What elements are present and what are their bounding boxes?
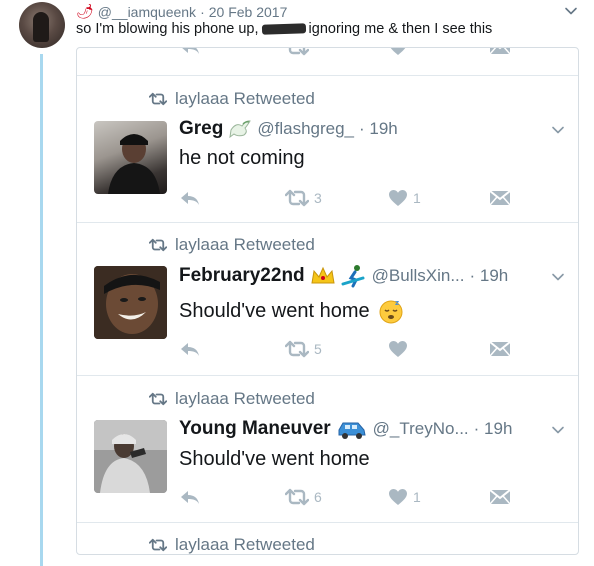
retweet-context: laylaaa Retweeted [149,89,315,109]
sleeping-face-icon: z [379,299,403,324]
chevron-down-icon[interactable] [551,123,565,137]
row-divider [77,75,578,76]
heart-icon [388,488,408,506]
direct-message-button[interactable] [489,340,511,358]
avatar[interactable] [19,2,65,48]
chevron-down-icon[interactable] [551,270,565,284]
tweet-text: Should've went home [179,299,370,322]
like-button[interactable]: 1 [388,488,421,506]
user-handle[interactable]: @_TreyNo... [373,419,469,439]
like-button[interactable] [388,340,413,358]
retweet-icon [149,238,167,252]
retweet-button[interactable]: 6 [285,488,322,506]
tweet-text-line: Should've went home z [179,298,404,324]
reply-icon [179,47,201,56]
avatar[interactable] [94,121,167,194]
retweeted-by-label[interactable]: laylaaa Retweeted [175,389,315,409]
direct-message-icon [489,340,511,358]
retweet-count: 5 [314,341,322,357]
heart-icon [388,47,408,56]
user-handle[interactable]: @__iamqueenk [98,4,196,20]
partial-action-row [77,47,579,60]
avatar-photo [94,420,167,493]
retweet-context: laylaaa Retweeted [149,535,315,554]
tweet-header: 🌶 @__iamqueenk · 20 Feb 2017 [76,3,287,20]
like-count: 1 [413,489,421,505]
avatar-photo [94,266,167,339]
tweet-actions: 6 1 [179,488,509,510]
censor-scribble [261,23,306,35]
retweet-button[interactable]: 3 [285,189,322,207]
avatar-photo [108,134,160,194]
snowboarder-icon [341,265,365,288]
tweet-text: so I'm blowing his phone up, ignoring me … [76,21,492,37]
reply-icon [179,488,201,506]
retweet-icon [285,488,309,506]
retweet-icon [285,47,309,56]
direct-message-icon [489,47,511,56]
retweet-context: laylaaa Retweeted [149,235,315,255]
user-handle[interactable]: @BullsXin... [372,266,465,286]
tweet-actions: 5 [179,340,509,362]
user-handle[interactable]: @flashgreg_ [257,119,354,139]
row-divider [77,522,578,523]
crown-icon [311,266,335,284]
row-divider [77,375,578,376]
heart-icon [388,189,408,207]
tweet-text-part-1: so I'm blowing his phone up, [76,21,259,37]
retweet-button[interactable]: 5 [285,340,322,358]
reply-button[interactable] [179,189,201,207]
retweet-icon [149,92,167,106]
tweet-text: he not coming [179,147,305,169]
retweet-count: 6 [314,489,322,505]
reply-button[interactable] [179,340,201,358]
avatar[interactable] [94,420,167,493]
tweet-date[interactable]: 20 Feb 2017 [209,4,288,20]
car-icon [338,422,366,439]
tweet-time[interactable]: · 19h [470,266,509,286]
row-divider [77,222,578,223]
tweet-author-line: Young Maneuver @_TreyNo... · 19h [179,418,512,440]
like-button[interactable]: 1 [388,189,421,207]
display-name[interactable]: Young Maneuver [179,418,331,440]
thread-line [40,54,43,566]
separator-dot: · [200,3,205,20]
retweet-count: 3 [314,190,322,206]
tweet-text: Should've went home [179,448,370,470]
retweet-icon [285,340,309,358]
retweet-icon [149,392,167,406]
retweeted-by-label[interactable]: laylaaa Retweeted [175,535,315,554]
display-name[interactable]: Greg [179,118,223,140]
chevron-down-icon[interactable] [551,423,565,437]
tweet-author-line: Greg @flashgreg_ · 19h [179,118,398,140]
retweet-icon [285,189,309,207]
reply-icon [179,189,201,207]
svg-text:z: z [395,299,399,307]
retweeted-by-label[interactable]: laylaaa Retweeted [175,89,315,109]
retweeted-by-label[interactable]: laylaaa Retweeted [175,235,315,255]
tweet-time[interactable]: · 19h [359,119,398,139]
outer-tweet: 🌶 @__iamqueenk · 20 Feb 2017 so I'm blow… [0,0,594,566]
tweet-time[interactable]: · 19h [474,419,513,439]
retweet-context: laylaaa Retweeted [149,389,315,409]
direct-message-icon [489,189,511,207]
reply-icon [179,340,201,358]
direct-message-button[interactable] [489,488,511,506]
tweet-text-part-2: ignoring me & then I see this [308,21,493,37]
reply-button[interactable] [179,488,201,506]
heart-icon [388,340,408,358]
embedded-screenshot[interactable]: laylaaa Retweeted Greg @flashgreg_ · 19h… [76,47,579,555]
tweet-author-line: February22nd @BullsXin... · 19h [179,264,508,288]
display-name[interactable]: February22nd [179,265,305,287]
avatar[interactable] [94,266,167,339]
retweet-icon [149,538,167,552]
direct-message-icon [489,488,511,506]
dove-icon [229,120,252,139]
direct-message-button[interactable] [489,189,511,207]
tweet-actions: 3 1 [179,189,509,211]
chevron-down-icon[interactable] [564,4,578,18]
chili-pepper-icon: 🌶 [76,3,94,19]
like-count: 1 [413,190,421,206]
